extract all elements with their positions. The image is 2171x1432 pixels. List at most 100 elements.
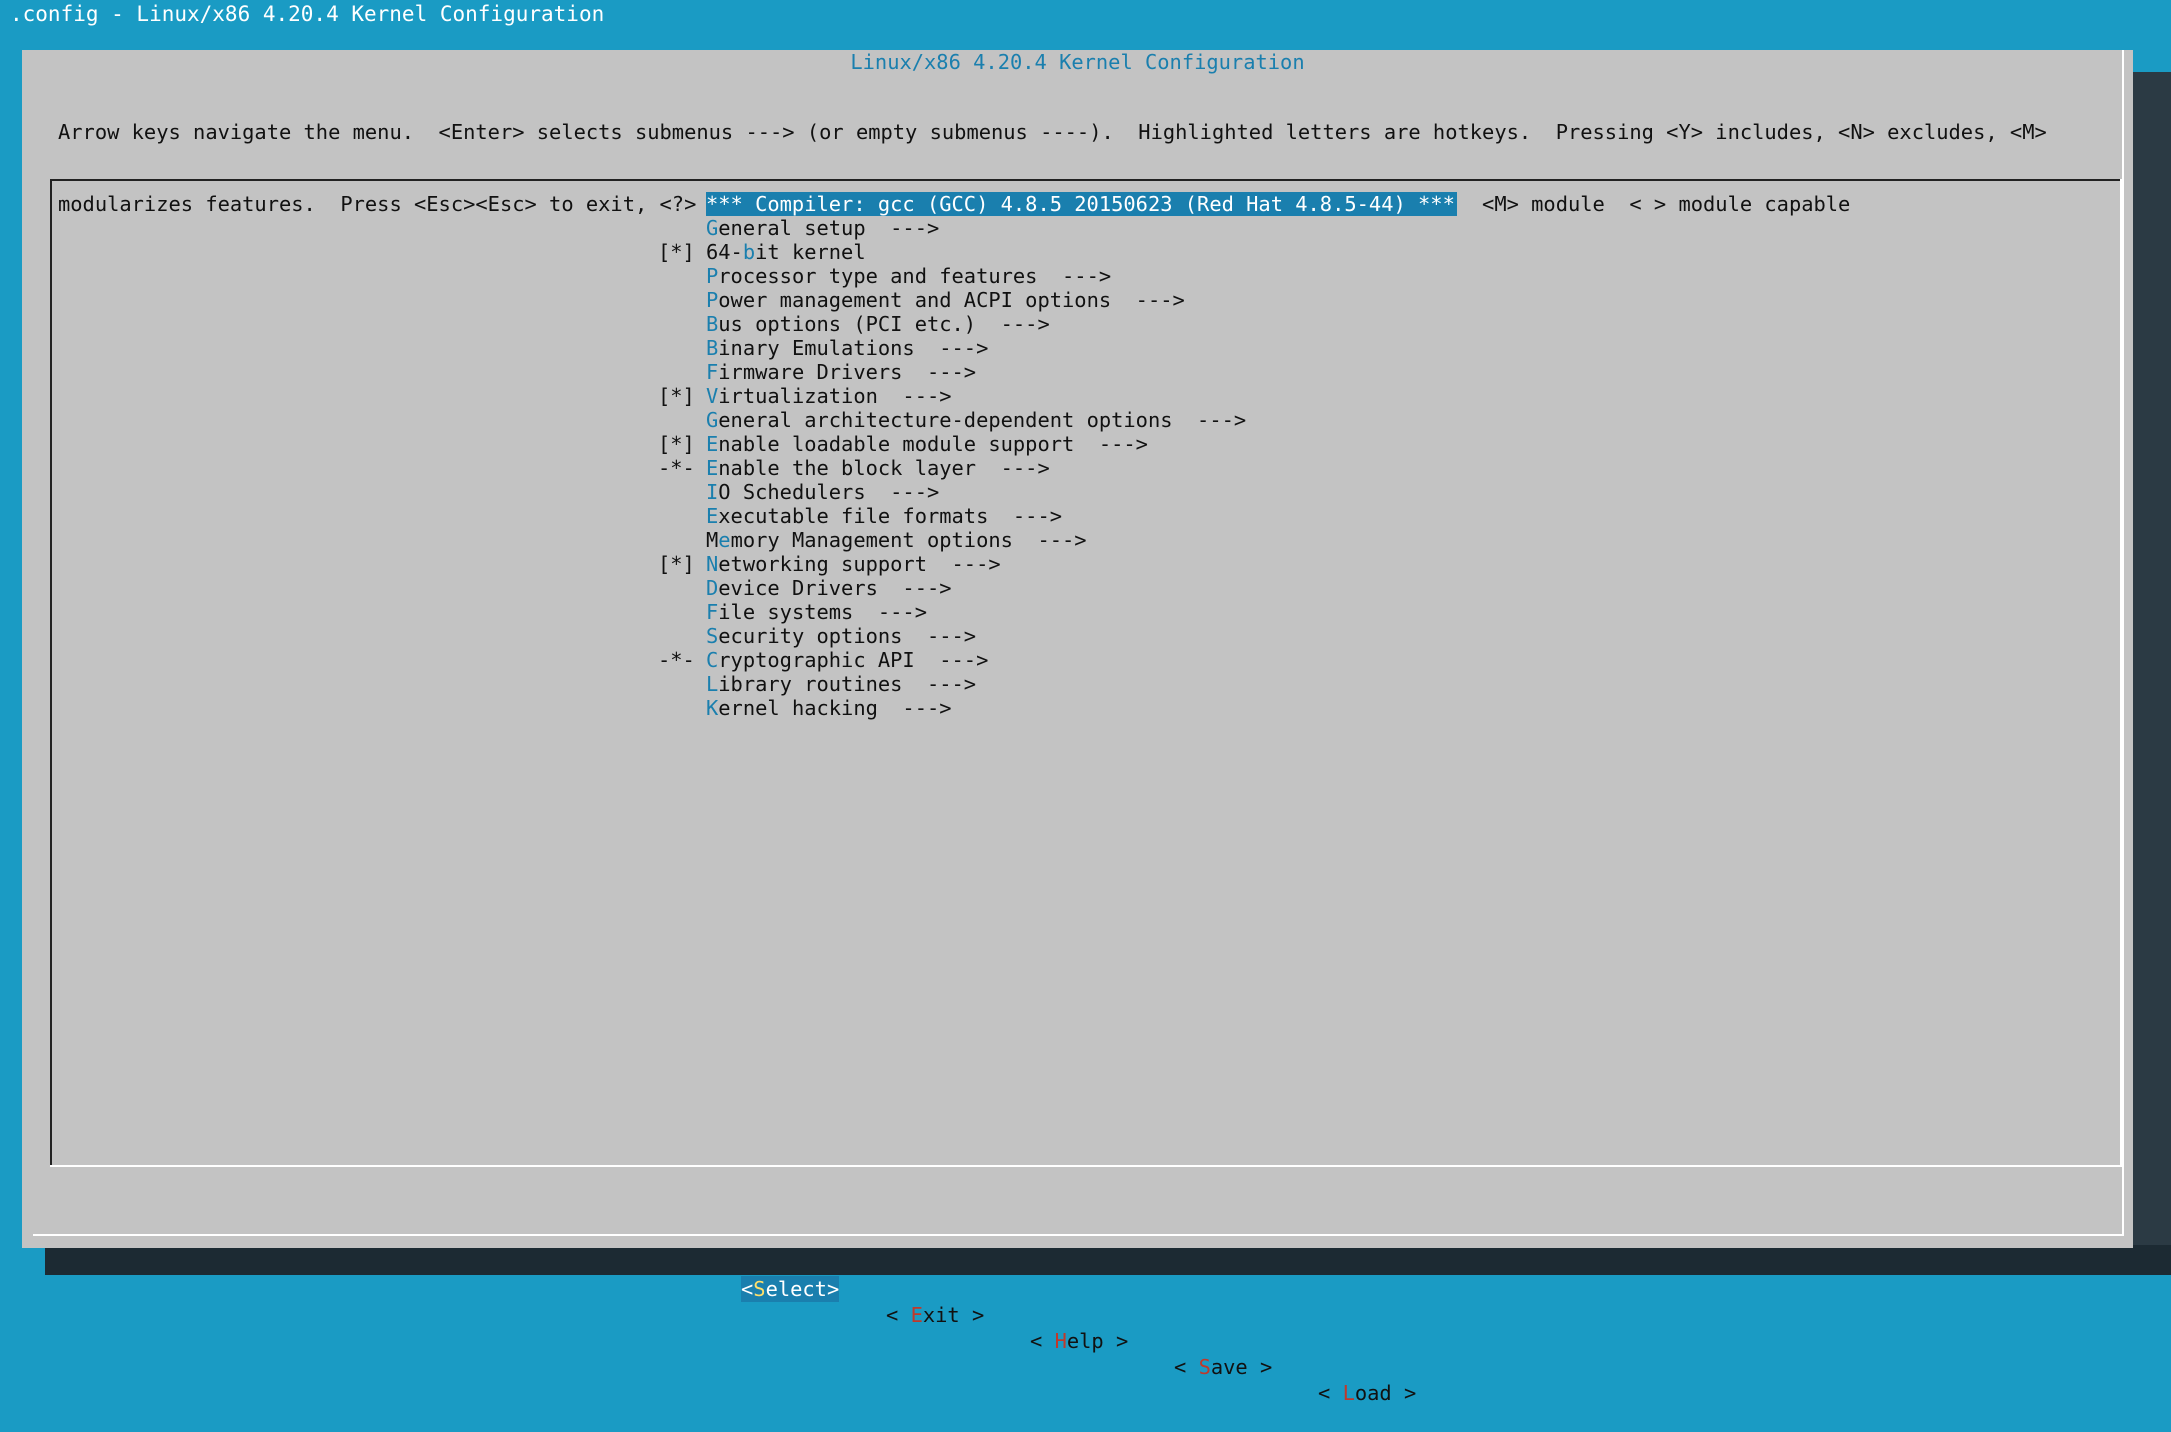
select-button[interactable]: <Select> xyxy=(741,1276,840,1302)
button-bracket: < xyxy=(1030,1329,1055,1353)
menu-item-text: mory Management options ---> xyxy=(730,528,1087,552)
button-bracket: < xyxy=(1318,1381,1343,1405)
menu-item-text: M xyxy=(706,528,719,552)
menu-item-label: IO Schedulers ---> xyxy=(706,480,939,504)
button-bracket: < xyxy=(741,1277,754,1301)
menu-item-label: Security options ---> xyxy=(706,624,976,648)
legend-line: Arrow keys navigate the menu. <Enter> se… xyxy=(58,120,2047,144)
menu-item-hotkey: F xyxy=(706,600,719,624)
menu-item-hotkey: B xyxy=(706,312,719,336)
button-bar: <Select> < Exit > < Help > < Save > < Lo… xyxy=(22,1250,2133,1405)
menu-item-label: Binary Emulations ---> xyxy=(706,336,988,360)
menu-item-label: Memory Management options ---> xyxy=(706,528,1087,552)
menu-item-hotkey: V xyxy=(706,384,719,408)
menu-item-hotkey: P xyxy=(706,288,719,312)
menu-item-text: etworking support ---> xyxy=(718,552,1001,576)
menu-item-text: us options (PCI etc.) ---> xyxy=(718,312,1050,336)
menu-item-label: 64-bit kernel xyxy=(706,240,866,264)
menu-item-label: Networking support ---> xyxy=(706,552,1001,576)
menu-item-label: *** Compiler: gcc (GCC) 4.8.5 20150623 (… xyxy=(706,192,1457,216)
menu-item[interactable]: Processor type and features ---> xyxy=(658,264,1457,288)
menu-item-label: Firmware Drivers ---> xyxy=(706,360,976,384)
menu-item-label: File systems ---> xyxy=(706,600,927,624)
menu-item-text: it kernel xyxy=(755,240,866,264)
menu-item-text: ryptographic API ---> xyxy=(718,648,989,672)
menu-item[interactable]: Bus options (PCI etc.) ---> xyxy=(658,312,1457,336)
menu-item-hotkey: I xyxy=(706,480,719,504)
button-label: elect> xyxy=(765,1277,840,1301)
menu-item-hotkey: G xyxy=(706,408,719,432)
menu-item[interactable]: *** Compiler: gcc (GCC) 4.8.5 20150623 (… xyxy=(658,192,1457,216)
menu-item-state: [*] xyxy=(658,432,695,456)
load-button[interactable]: < Load > xyxy=(1318,1380,1416,1406)
menu-item-text: rocessor type and features ---> xyxy=(718,264,1112,288)
button-label: oad > xyxy=(1354,1381,1417,1405)
menu-item-hotkey: N xyxy=(706,552,719,576)
menu-item[interactable]: General architecture-dependent options -… xyxy=(658,408,1457,432)
menu-item[interactable]: Device Drivers ---> xyxy=(658,576,1457,600)
menu-item-text: ile systems ---> xyxy=(718,600,927,624)
button-hotkey: L xyxy=(1342,1381,1355,1405)
exit-button[interactable]: < Exit > xyxy=(886,1302,984,1328)
save-button[interactable]: < Save > xyxy=(1174,1354,1272,1380)
menu-item[interactable]: Firmware Drivers ---> xyxy=(658,360,1457,384)
menu-item-text: ecurity options ---> xyxy=(718,624,977,648)
menu-item[interactable]: Library routines ---> xyxy=(658,672,1457,696)
menu-item-hotkey: B xyxy=(706,336,719,360)
dialog-shadow xyxy=(2133,72,2171,1272)
menu-item-label: General architecture-dependent options -… xyxy=(706,408,1246,432)
button-hotkey: S xyxy=(1198,1355,1211,1379)
menu-item[interactable]: [*] 64-bit kernel xyxy=(658,240,1457,264)
menu-item-hotkey: P xyxy=(706,264,719,288)
menu-item-hotkey: G xyxy=(706,216,719,240)
menu-item[interactable]: General setup ---> xyxy=(658,216,1457,240)
button-label: ave > xyxy=(1210,1355,1273,1379)
button-hotkey: S xyxy=(753,1277,766,1301)
menu-item[interactable]: Memory Management options ---> xyxy=(658,528,1457,552)
menu-item-text: xecutable file formats ---> xyxy=(718,504,1063,528)
help-button[interactable]: < Help > xyxy=(1030,1328,1128,1354)
menu-item[interactable]: [*] Enable loadable module support ---> xyxy=(658,432,1457,456)
button-hotkey: E xyxy=(910,1303,923,1327)
menu-item-label: Virtualization ---> xyxy=(706,384,952,408)
menu-item-hotkey: S xyxy=(706,624,719,648)
menu-item-label: Executable file formats ---> xyxy=(706,504,1062,528)
menu-item[interactable]: Executable file formats ---> xyxy=(658,504,1457,528)
menu-item-hotkey: E xyxy=(706,456,719,480)
menu-item[interactable]: -*- Cryptographic API ---> xyxy=(658,648,1457,672)
menu-item-state: [*] xyxy=(658,552,695,576)
menu-item-label: Processor type and features ---> xyxy=(706,264,1111,288)
menu-item[interactable]: Binary Emulations ---> xyxy=(658,336,1457,360)
menu-item-text: ernel hacking ---> xyxy=(718,696,952,720)
menu-item[interactable]: IO Schedulers ---> xyxy=(658,480,1457,504)
menu-item[interactable]: Kernel hacking ---> xyxy=(658,696,1457,720)
menu-item-label: Enable loadable module support ---> xyxy=(706,432,1148,456)
button-label: xit > xyxy=(922,1303,985,1327)
menu-item-text: eneral architecture-dependent options --… xyxy=(718,408,1247,432)
menu-item-hotkey: e xyxy=(718,528,731,552)
dialog-title: Linux/x86 4.20.4 Kernel Configuration xyxy=(850,50,1305,74)
button-hotkey: H xyxy=(1054,1329,1067,1353)
menu-item-state: -*- xyxy=(658,648,695,672)
menu-item-label: Device Drivers ---> xyxy=(706,576,952,600)
menu-item[interactable]: [*] Networking support ---> xyxy=(658,552,1457,576)
menu-item[interactable]: -*- Enable the block layer ---> xyxy=(658,456,1457,480)
button-bracket: < xyxy=(886,1303,911,1327)
menu-item[interactable]: File systems ---> xyxy=(658,600,1457,624)
menu-item-text: evice Drivers ---> xyxy=(718,576,952,600)
button-bracket: < xyxy=(1174,1355,1199,1379)
menu-item-label: Bus options (PCI etc.) ---> xyxy=(706,312,1050,336)
menu-item[interactable]: Power management and ACPI options ---> xyxy=(658,288,1457,312)
menu-item[interactable]: [*] Virtualization ---> xyxy=(658,384,1457,408)
menu-item[interactable]: Security options ---> xyxy=(658,624,1457,648)
menu-item-state: -*- xyxy=(658,456,695,480)
menu-item-hotkey: L xyxy=(706,672,719,696)
menu-item-hotkey: E xyxy=(706,432,719,456)
menu-item-label: Kernel hacking ---> xyxy=(706,696,952,720)
menu-item-hotkey: C xyxy=(706,648,719,672)
menu-item-text: eneral setup ---> xyxy=(718,216,940,240)
menu-item-text: nable the block layer ---> xyxy=(718,456,1050,480)
menu-item-state: [*] xyxy=(658,384,695,408)
menu-item-text: ower management and ACPI options ---> xyxy=(718,288,1185,312)
menu-item-text: *** Compiler: gcc (GCC) 4.8.5 20150623 (… xyxy=(706,192,1455,216)
